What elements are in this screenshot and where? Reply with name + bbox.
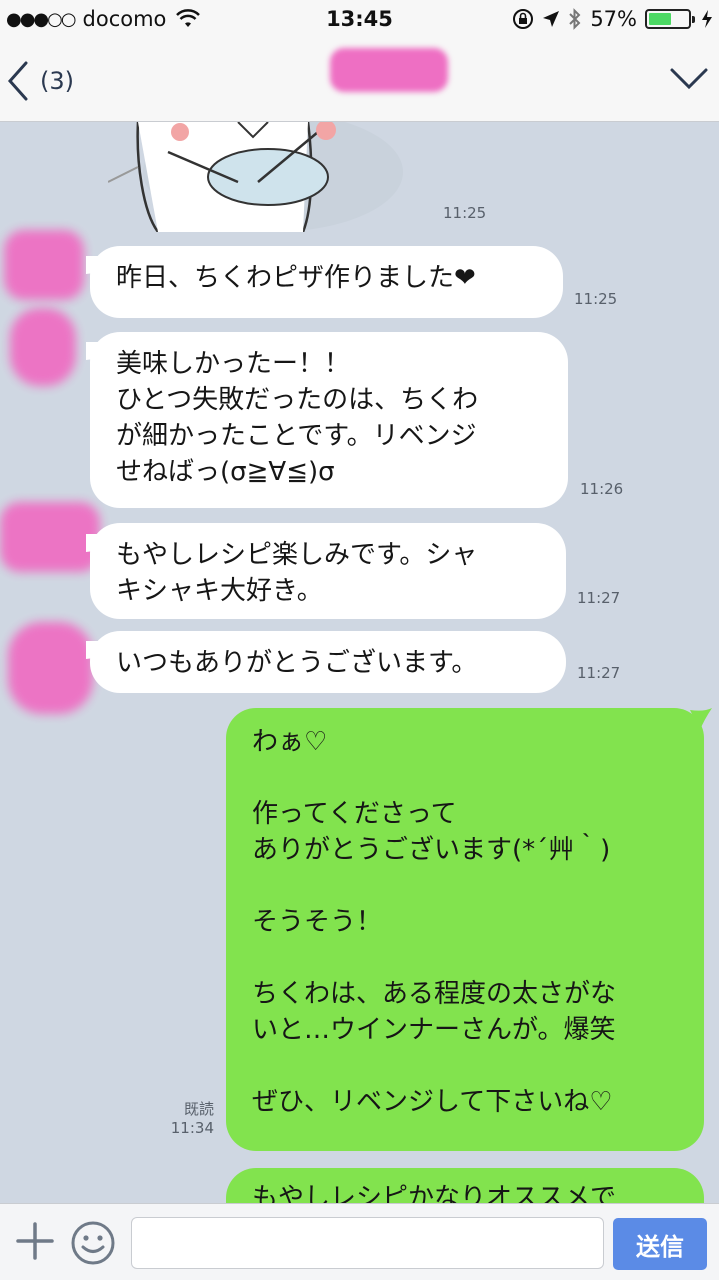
avatar-redacted [4,230,84,300]
chat-menu-button[interactable] [669,66,709,96]
read-receipt: 既読 11:34 [160,1100,214,1138]
avatar-redacted [8,622,93,714]
status-bar: ●●●○○ docomo 13:45 57% [0,0,719,40]
message-input-bar: 送信 [0,1203,719,1280]
message-time: 11:27 [577,664,621,682]
battery-percent: 57% [590,7,637,31]
outgoing-message-bubble[interactable]: もやしレシピかなりオススメで [226,1168,704,1203]
message-input[interactable] [131,1217,604,1269]
avatar-redacted [10,308,76,386]
emoji-icon [71,1221,115,1265]
battery-icon [645,9,695,29]
chat-header: (3) [0,40,719,122]
message-time: 11:25 [443,204,487,222]
plus-icon [16,1222,54,1260]
read-label: 既読 [183,1100,214,1118]
incoming-message-bubble[interactable]: 美味しかったー！！ ひとつ失敗だったのは、ちくわ が細かったことです。リベンジ … [90,332,568,508]
incoming-message-bubble[interactable]: もやしレシピ楽しみです。シャ キシャキ大好き。 [90,523,566,619]
orientation-lock-icon [513,9,534,29]
sticker-image[interactable] [108,122,408,232]
charging-bolt-icon [702,10,712,28]
message-time: 11:25 [574,290,618,308]
battery-fill [649,13,671,25]
incoming-message-bubble[interactable]: いつもありがとうございます。 [90,631,566,693]
incoming-message-bubble[interactable]: 昨日、ちくわピザ作りました❤ [90,246,563,318]
chat-title-redacted [330,48,448,92]
unread-count: (3) [40,67,74,95]
avatar-redacted [0,502,100,572]
location-arrow-icon [543,11,560,27]
outgoing-message-bubble[interactable]: わぁ♡ 作ってくださって ありがとうございます(*´艸｀) そうそう！ ちくわは… [226,708,704,1151]
add-attachment-button[interactable] [14,1220,56,1266]
send-button[interactable]: 送信 [613,1218,707,1270]
message-time: 11:27 [577,589,621,607]
bluetooth-icon [569,8,581,30]
message-time: 11:26 [580,480,624,498]
message-time: 11:34 [170,1119,214,1137]
chevron-left-icon [7,61,28,101]
emoji-button[interactable] [70,1220,116,1270]
back-button[interactable]: (3) [4,56,74,106]
chat-area[interactable]: 11:25 昨日、ちくわピザ作りました❤ 11:25 美味しかったー！！ ひとつ… [0,122,719,1203]
chevron-down-icon [670,68,708,90]
status-right: 57% [512,7,713,31]
